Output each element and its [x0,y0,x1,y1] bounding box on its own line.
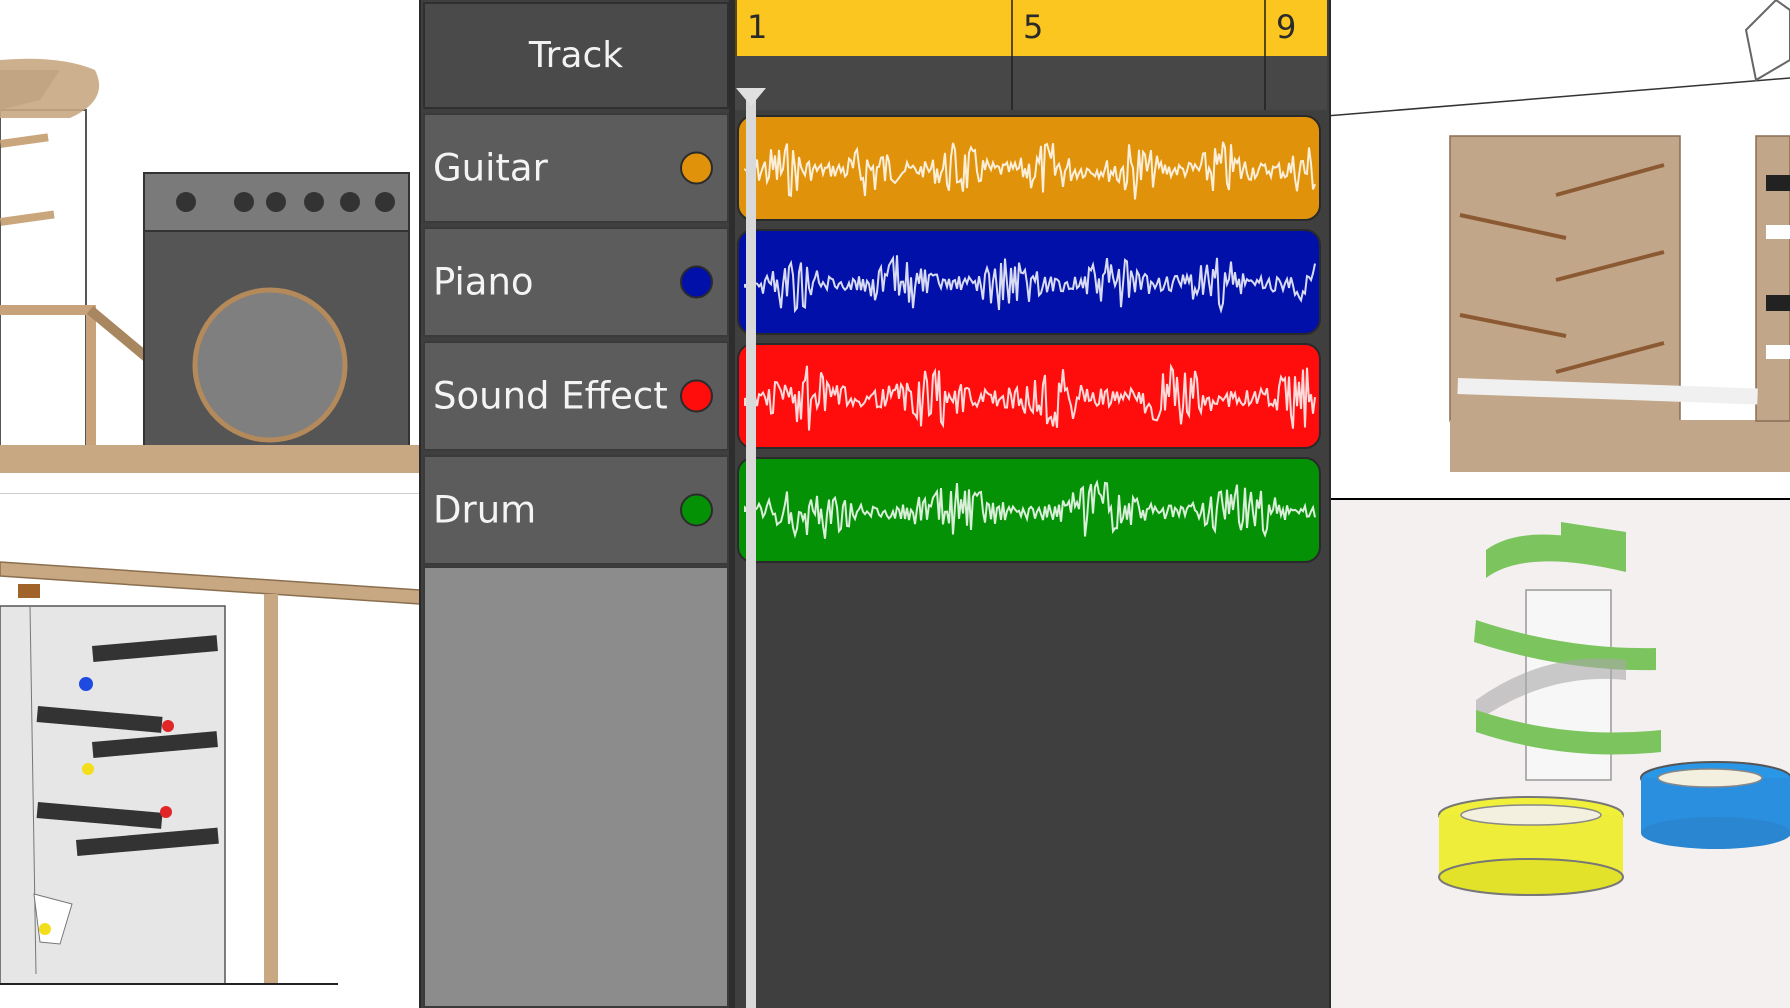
speaker-machine-illustration [0,0,420,494]
bar-marker[interactable]: 9 [1264,0,1327,56]
audio-clip-piano[interactable] [737,229,1321,335]
audio-clip-sound-effect[interactable] [737,343,1321,449]
waveform [744,254,1316,315]
timeline-ruler[interactable]: 1 5 9 [735,0,1327,56]
column-separator [729,0,735,1008]
bar-number: 1 [747,8,768,46]
track-editor-panel: Track Guitar Piano Sound Effect Drum 1 5… [419,0,1331,1008]
track-name: Guitar [433,146,548,190]
bar-number: 9 [1276,8,1297,46]
track-row-drum[interactable]: Drum [423,455,729,565]
track-name: Sound Effect [433,374,668,418]
track-header-label: Track [528,35,624,76]
track-color-indicator[interactable] [680,379,713,413]
track-color-indicator[interactable] [680,151,713,185]
playhead-handle[interactable] [736,88,766,106]
waveform [744,363,1316,431]
pegboard-illustration [1326,0,1790,500]
track-name: Piano [433,260,534,304]
playhead[interactable] [746,90,756,1008]
timeline-subruler[interactable] [735,56,1327,110]
bar-marker[interactable]: 5 [1011,0,1264,56]
marble-run-illustration [0,494,420,1008]
empty-track-area[interactable] [423,566,729,1008]
track-name: Drum [433,488,537,532]
spiral-tape-illustration [1326,500,1790,1008]
bar-marker[interactable]: 1 [735,0,1011,56]
bar-gridline [1011,56,1013,110]
bar-number: 5 [1023,8,1044,46]
waveform [744,479,1316,539]
track-column-header: Track [423,2,729,109]
bar-gridline [1264,56,1266,110]
waveform [744,141,1316,200]
track-row-piano[interactable]: Piano [423,227,729,337]
track-row-sound-effect[interactable]: Sound Effect [423,341,729,451]
audio-clip-drum[interactable] [737,457,1321,563]
audio-clip-guitar[interactable] [737,115,1321,221]
track-color-indicator[interactable] [680,265,713,299]
track-row-guitar[interactable]: Guitar [423,113,729,223]
track-color-indicator[interactable] [680,493,713,527]
